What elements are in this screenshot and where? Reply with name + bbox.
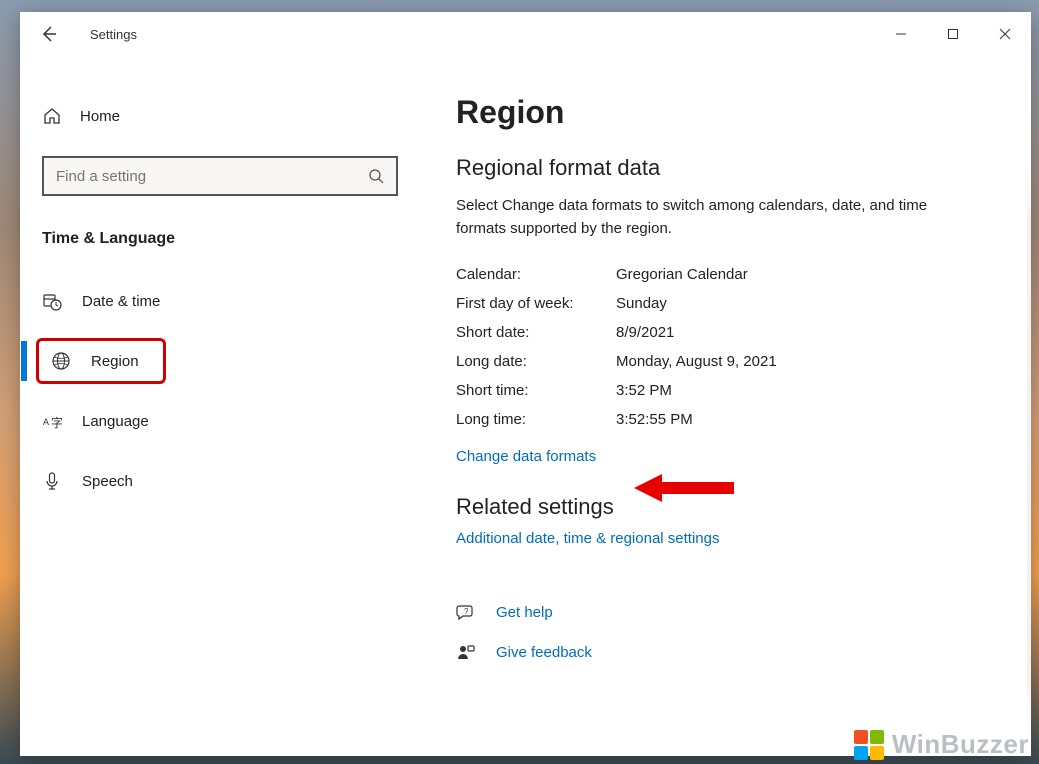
main-panel: Region Regional format data Select Chang…	[438, 56, 1031, 756]
regional-format-title: Regional format data	[456, 155, 971, 181]
row-value: Sunday	[616, 295, 667, 312]
watermark-logo-icon	[854, 730, 884, 760]
sidebar-home[interactable]: Home	[42, 96, 438, 156]
table-row: Short date:8/9/2021	[456, 324, 971, 341]
feedback-person-icon	[456, 642, 476, 662]
row-value: 3:52:55 PM	[616, 411, 693, 428]
sidebar: Home Time & Language Date & time Reg	[20, 56, 438, 756]
row-key: Long time:	[456, 411, 616, 428]
sidebar-item-label: Region	[91, 353, 139, 370]
watermark-text: WinBuzzer	[892, 729, 1029, 760]
svg-text:字: 字	[51, 415, 62, 430]
give-feedback-link[interactable]: Give feedback	[496, 644, 592, 661]
support-links: ? Get help Give feedback	[456, 602, 971, 662]
additional-settings-link[interactable]: Additional date, time & regional setting…	[456, 530, 720, 547]
svg-text:A: A	[43, 417, 49, 427]
table-row: Short time:3:52 PM	[456, 382, 971, 399]
regional-format-desc: Select Change data formats to switch amo…	[456, 195, 971, 240]
scrollbar[interactable]	[1027, 166, 1031, 736]
svg-text:?: ?	[464, 607, 469, 616]
sidebar-item-date-time[interactable]: Date & time	[42, 278, 438, 324]
language-a-icon: A字	[42, 411, 62, 431]
change-data-formats-link[interactable]: Change data formats	[456, 448, 596, 465]
minimize-button[interactable]	[875, 16, 927, 52]
calendar-clock-icon	[42, 291, 62, 311]
back-button[interactable]	[38, 24, 58, 44]
regional-format-table: Calendar:Gregorian Calendar First day of…	[456, 266, 971, 428]
globe-icon	[51, 351, 71, 371]
close-icon	[999, 28, 1011, 40]
settings-window: Settings Home	[20, 12, 1031, 756]
row-key: First day of week:	[456, 295, 616, 312]
table-row: Long time:3:52:55 PM	[456, 411, 971, 428]
row-value: 3:52 PM	[616, 382, 672, 399]
help-chat-icon: ?	[456, 602, 476, 622]
related-settings-title: Related settings	[456, 494, 971, 520]
search-input[interactable]	[56, 168, 356, 185]
table-row: Long date:Monday, August 9, 2021	[456, 353, 971, 370]
sidebar-item-label: Language	[82, 413, 149, 430]
row-key: Long date:	[456, 353, 616, 370]
sidebar-item-language[interactable]: A字 Language	[42, 398, 438, 444]
minimize-icon	[895, 28, 907, 40]
row-value: Monday, August 9, 2021	[616, 353, 777, 370]
window-title: Settings	[90, 27, 137, 42]
get-help-link[interactable]: Get help	[496, 604, 553, 621]
sidebar-item-region[interactable]: Region	[36, 338, 166, 384]
table-row: First day of week:Sunday	[456, 295, 971, 312]
row-key: Short time:	[456, 382, 616, 399]
sidebar-item-label: Date & time	[82, 293, 160, 310]
give-feedback-row[interactable]: Give feedback	[456, 642, 971, 662]
page-title: Region	[456, 94, 971, 131]
home-icon	[42, 106, 62, 126]
search-icon	[368, 168, 384, 184]
maximize-button[interactable]	[927, 16, 979, 52]
sidebar-item-speech[interactable]: Speech	[42, 458, 438, 504]
titlebar: Settings	[20, 12, 1031, 56]
microphone-icon	[42, 471, 62, 491]
row-key: Short date:	[456, 324, 616, 341]
sidebar-home-label: Home	[80, 108, 120, 125]
get-help-row[interactable]: ? Get help	[456, 602, 971, 622]
row-key: Calendar:	[456, 266, 616, 283]
table-row: Calendar:Gregorian Calendar	[456, 266, 971, 283]
search-box[interactable]	[42, 156, 398, 196]
window-controls	[875, 16, 1031, 52]
maximize-icon	[947, 28, 959, 40]
related-settings-section: Related settings Additional date, time &…	[456, 494, 971, 548]
arrow-left-icon	[39, 25, 57, 43]
sidebar-item-label: Speech	[82, 473, 133, 490]
sidebar-category-title: Time & Language	[42, 230, 438, 248]
row-value: Gregorian Calendar	[616, 266, 748, 283]
row-value: 8/9/2021	[616, 324, 674, 341]
watermark: WinBuzzer	[854, 729, 1029, 760]
close-button[interactable]	[979, 16, 1031, 52]
